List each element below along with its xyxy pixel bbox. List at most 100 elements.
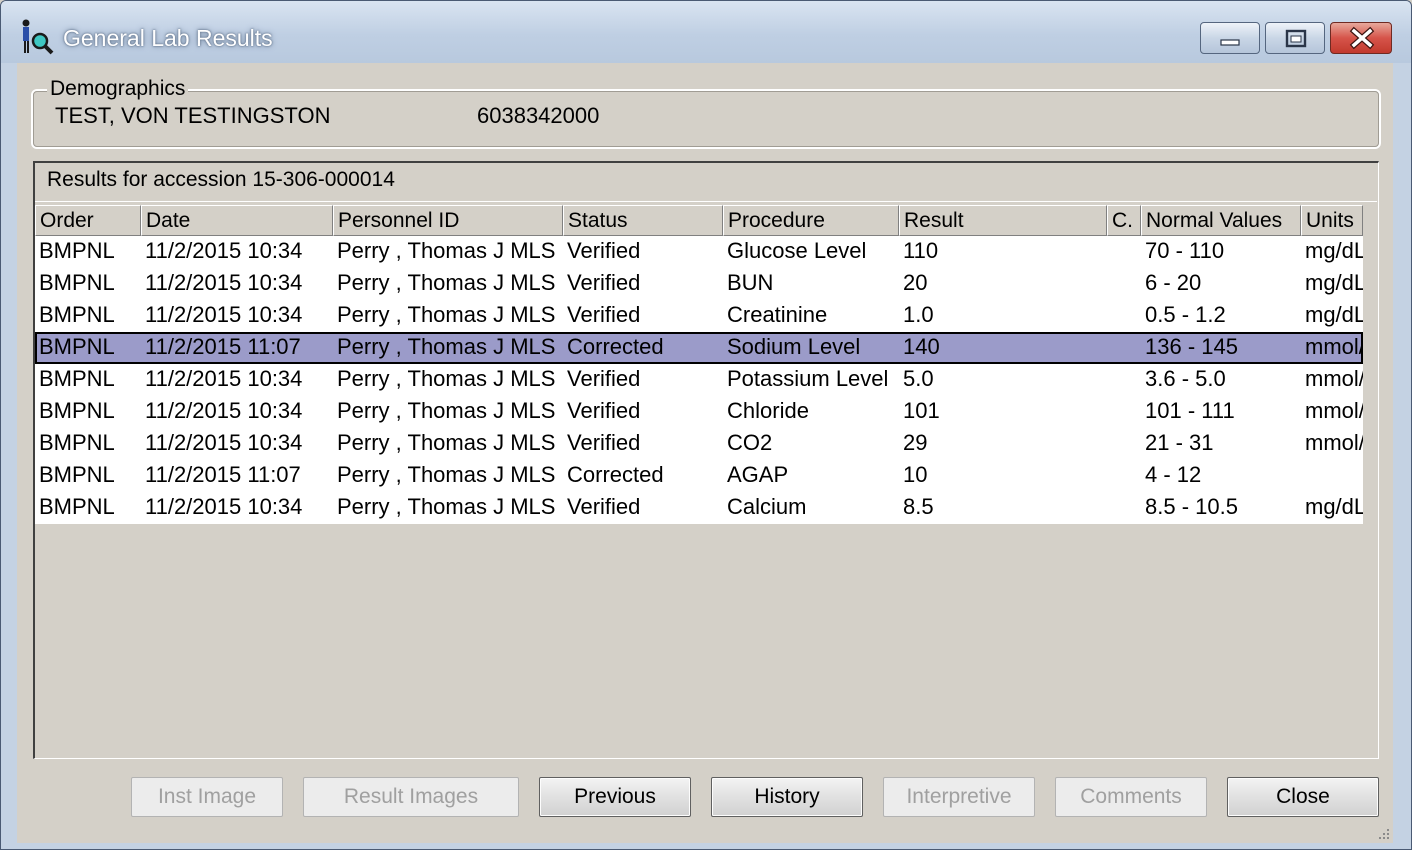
- cell-personnel-id: Perry , Thomas J MLS: [337, 366, 556, 391]
- app-window: General Lab Results Demographics TEST, V…: [0, 0, 1412, 850]
- result-images-button: Result Images: [303, 777, 519, 817]
- column-header-units[interactable]: Units: [1301, 205, 1363, 236]
- cell-procedure: Calcium: [727, 494, 807, 519]
- cell-normal-values: 3.6 - 5.0: [1145, 366, 1226, 391]
- column-header-result[interactable]: Result: [899, 205, 1107, 236]
- previous-button[interactable]: Previous: [539, 777, 691, 817]
- cell-result: 1.0: [903, 302, 934, 327]
- minimize-icon: [1220, 39, 1240, 46]
- cell-procedure: Sodium Level: [727, 334, 861, 359]
- table-row[interactable]: BMPNL 11/2/2015 10:34 Perry , Thomas J MLS…: [35, 300, 1363, 332]
- cell-units: mg/dL: [1305, 238, 1363, 263]
- cell-status: Verified: [567, 302, 641, 327]
- cell-status: Verified: [567, 238, 641, 263]
- cell-status: Verified: [567, 494, 641, 519]
- cell-result: 8.5: [903, 494, 934, 519]
- cell-date: 11/2/2015 10:34: [145, 430, 303, 455]
- cell-order: BMPNL: [39, 462, 115, 487]
- maximize-icon: [1285, 29, 1307, 48]
- column-header-order[interactable]: Order: [35, 205, 141, 236]
- cell-date: 11/2/2015 10:34: [145, 302, 303, 327]
- cell-status: Verified: [567, 398, 641, 423]
- cell-procedure: Chloride: [727, 398, 809, 423]
- cell-units: mmol/: [1305, 430, 1363, 455]
- cell-order: BMPNL: [39, 366, 115, 391]
- cell-status: Corrected: [567, 334, 664, 359]
- cell-c: [1107, 332, 1141, 364]
- table-row[interactable]: BMPNL 11/2/2015 10:34 Perry , Thomas J MLS…: [35, 396, 1363, 428]
- cell-status: Verified: [567, 430, 641, 455]
- column-header-c[interactable]: C.: [1107, 205, 1141, 236]
- resize-grip-icon[interactable]: [1375, 825, 1391, 841]
- cell-date: 11/2/2015 11:07: [145, 462, 301, 487]
- column-header-date[interactable]: Date: [141, 205, 333, 236]
- table-row[interactable]: BMPNL 11/2/2015 10:34 Perry , Thomas J MLS…: [35, 236, 1363, 268]
- cell-c: [1107, 300, 1141, 332]
- cell-procedure: Creatinine: [727, 302, 828, 327]
- cell-personnel-id: Perry , Thomas J MLS: [337, 398, 556, 423]
- cell-order: BMPNL: [39, 494, 115, 519]
- cell-units: mg/dL: [1305, 494, 1363, 519]
- cell-units: [1301, 460, 1363, 492]
- cell-status: Corrected: [567, 462, 664, 487]
- cell-units: mg/dL: [1305, 270, 1363, 295]
- cell-status: Verified: [567, 270, 641, 295]
- cell-personnel-id: Perry , Thomas J MLS: [337, 462, 556, 487]
- cell-normal-values: 0.5 - 1.2: [1145, 302, 1226, 327]
- cell-c: [1107, 268, 1141, 300]
- table-header-row: Order Date Personnel ID Status Procedure…: [35, 205, 1363, 236]
- cell-personnel-id: Perry , Thomas J MLS: [337, 494, 556, 519]
- cell-result: 29: [903, 430, 928, 455]
- cell-date: 11/2/2015 10:34: [145, 366, 303, 391]
- table-row[interactable]: BMPNL 11/2/2015 10:34 Perry , Thomas J MLS…: [35, 428, 1363, 460]
- cell-units: mmol/: [1305, 366, 1363, 391]
- cell-result: 20: [903, 270, 928, 295]
- cell-result: 140: [903, 334, 940, 359]
- cell-date: 11/2/2015 10:34: [145, 494, 303, 519]
- cell-result: 10: [903, 462, 928, 487]
- column-header-status[interactable]: Status: [563, 205, 723, 236]
- cell-c: [1107, 428, 1141, 460]
- cell-normal-values: 4 - 12: [1145, 462, 1202, 487]
- cell-result: 110: [903, 238, 939, 263]
- table-row[interactable]: BMPNL 11/2/2015 11:07 Perry , Thomas J MLS…: [35, 332, 1363, 364]
- history-button[interactable]: History: [711, 777, 863, 817]
- demographics-label: Demographics: [47, 77, 189, 101]
- cell-personnel-id: Perry , Thomas J MLS: [337, 430, 556, 455]
- cell-normal-values: 6 - 20: [1145, 270, 1202, 295]
- maximize-button[interactable]: [1265, 22, 1325, 54]
- cell-procedure: CO2: [727, 430, 773, 455]
- results-accession-label: Results for accession 15-306-000014: [47, 168, 395, 191]
- column-header-personnel-id[interactable]: Personnel ID: [333, 205, 563, 236]
- cell-c: [1107, 492, 1141, 524]
- client-area: Demographics TEST, VON TESTINGSTON 60383…: [17, 63, 1393, 843]
- table-body: BMPNL 11/2/2015 10:34 Perry , Thomas J MLS…: [35, 236, 1363, 524]
- cell-normal-values: 8.5 - 10.5: [1145, 494, 1238, 519]
- column-header-normal-values[interactable]: Normal Values: [1141, 205, 1301, 236]
- cell-normal-values: 136 - 145: [1145, 334, 1238, 359]
- title-bar[interactable]: General Lab Results: [1, 1, 1411, 63]
- cell-date: 11/2/2015 10:34: [145, 398, 303, 423]
- results-header: Results for accession 15-306-000014: [35, 163, 1377, 202]
- cell-result: 101: [903, 398, 940, 423]
- cell-procedure: BUN: [727, 270, 774, 295]
- cell-c: [1107, 364, 1141, 396]
- column-header-procedure[interactable]: Procedure: [723, 205, 899, 236]
- cell-units: mmol/: [1305, 334, 1363, 359]
- close-window-button[interactable]: [1330, 22, 1392, 54]
- cell-c: [1107, 236, 1141, 268]
- results-table[interactable]: Order Date Personnel ID Status Procedure…: [35, 205, 1363, 524]
- cell-date: 11/2/2015 11:07: [145, 334, 301, 359]
- table-row[interactable]: BMPNL 11/2/2015 11:07 Perry , Thomas J MLS…: [35, 460, 1363, 492]
- cell-date: 11/2/2015 10:34: [145, 270, 303, 295]
- table-row[interactable]: BMPNL 11/2/2015 10:34 Perry , Thomas J MLS…: [35, 268, 1363, 300]
- minimize-button[interactable]: [1200, 22, 1260, 54]
- app-icon: [17, 19, 55, 55]
- inst-image-button: Inst Image: [131, 777, 283, 817]
- cell-units: mmol/: [1305, 398, 1363, 423]
- interpretive-button: Interpretive: [883, 777, 1035, 817]
- close-button[interactable]: Close: [1227, 777, 1379, 817]
- cell-units: mg/dL: [1305, 302, 1363, 327]
- table-row[interactable]: BMPNL 11/2/2015 10:34 Perry , Thomas J MLS…: [35, 492, 1363, 524]
- table-row[interactable]: BMPNL 11/2/2015 10:34 Perry , Thomas J MLS…: [35, 364, 1363, 396]
